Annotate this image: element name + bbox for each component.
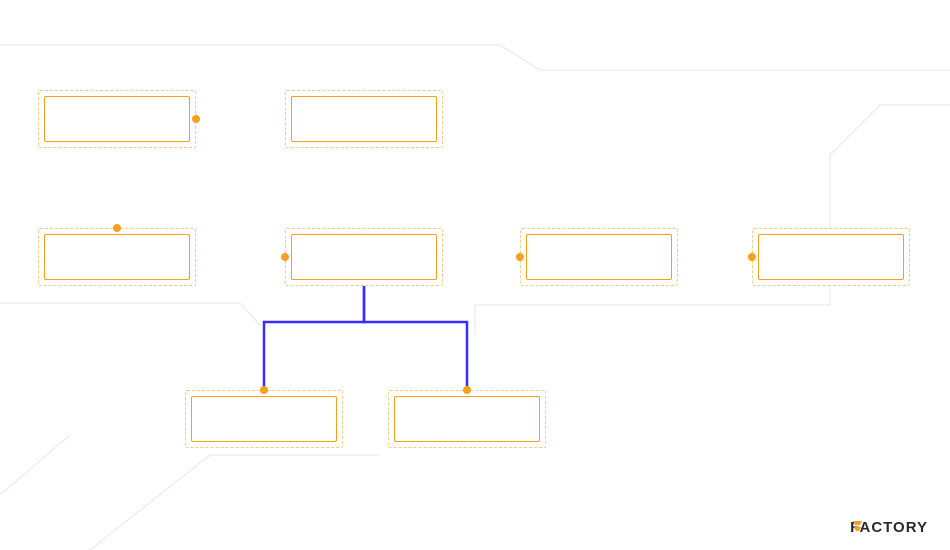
flow-node-inner (526, 234, 672, 280)
diagram-canvas: { "brand":{"label":"FACTORY","accent":"#… (0, 0, 950, 550)
flow-node-inner (44, 234, 190, 280)
node-port[interactable] (113, 224, 121, 232)
flow-node-inner (394, 396, 540, 442)
flow-node[interactable] (38, 90, 196, 148)
node-port[interactable] (281, 253, 289, 261)
flow-node-inner (291, 234, 437, 280)
flow-node[interactable] (285, 90, 443, 148)
flow-node[interactable] (285, 228, 443, 286)
background-line (90, 455, 380, 550)
flow-node[interactable] (752, 228, 910, 286)
background-line (0, 435, 70, 495)
brand-logo: FACTORY (850, 519, 928, 536)
flow-node[interactable] (520, 228, 678, 286)
background-line (475, 105, 950, 335)
factory-icon (850, 519, 866, 535)
background-line (0, 303, 260, 325)
flow-node[interactable] (388, 390, 546, 448)
node-port[interactable] (463, 386, 471, 394)
flow-node-inner (291, 96, 437, 142)
background-line (0, 45, 950, 70)
node-port[interactable] (260, 386, 268, 394)
edge (264, 286, 364, 390)
flow-node[interactable] (38, 228, 196, 286)
node-port[interactable] (516, 253, 524, 261)
node-port[interactable] (192, 115, 200, 123)
flow-node-inner (191, 396, 337, 442)
flow-node-inner (758, 234, 904, 280)
node-port[interactable] (748, 253, 756, 261)
flow-node-inner (44, 96, 190, 142)
flow-node[interactable] (185, 390, 343, 448)
edge (364, 286, 467, 390)
